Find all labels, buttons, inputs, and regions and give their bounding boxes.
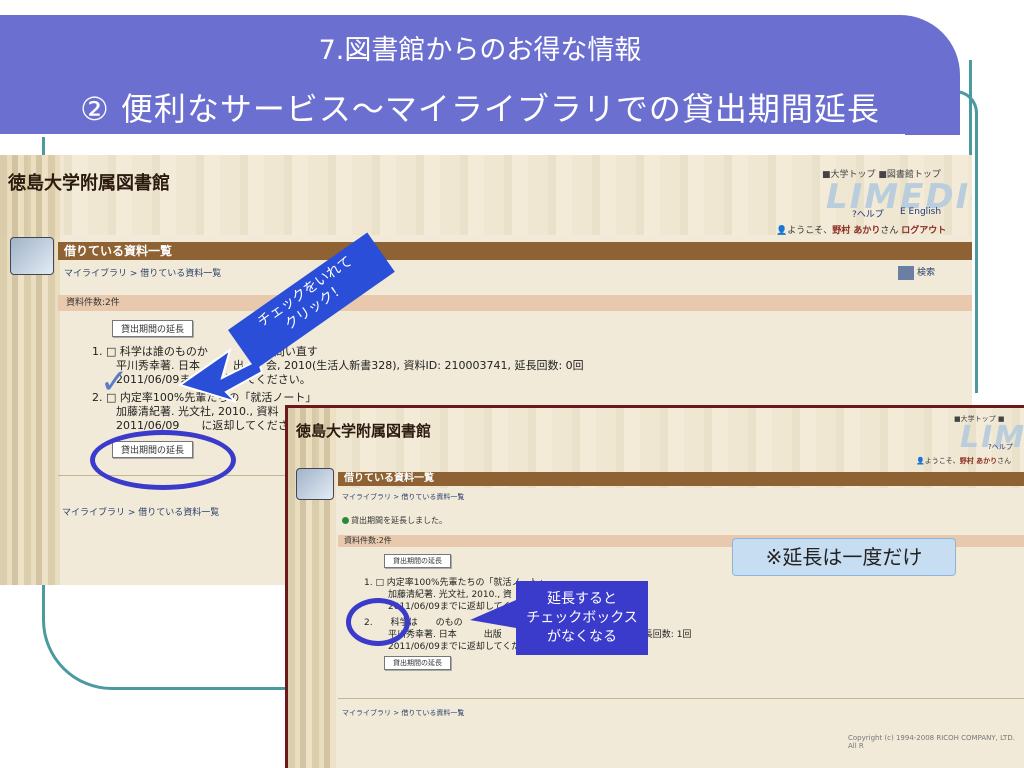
breadcrumb[interactable]: マイライブラリ > 借りている資料一覧 bbox=[64, 266, 221, 279]
welcome-label: ようこそ、 bbox=[924, 457, 960, 465]
user-icon: 👤 bbox=[776, 226, 788, 236]
breadcrumb[interactable]: マイライブラリ > 借りている資料一覧 bbox=[342, 492, 464, 502]
title-underline bbox=[0, 134, 905, 137]
highlight-ellipse-checkbox bbox=[346, 598, 410, 646]
search-label: 検索 bbox=[917, 268, 936, 278]
footer-breadcrumb[interactable]: マイライブラリ > 借りている資料一覧 bbox=[342, 708, 464, 718]
note-line3: がなくなる bbox=[547, 628, 617, 645]
highlight-ellipse-extend-button bbox=[90, 430, 236, 490]
section-title: 借りている資料一覧 bbox=[338, 472, 1024, 486]
welcome-text: 👤ようこそ、野村 あかりさん bbox=[916, 456, 1011, 466]
help-link[interactable]: ?ヘルプ bbox=[852, 207, 884, 220]
user-name: 野村 あかり bbox=[959, 457, 998, 465]
book-icon bbox=[296, 468, 334, 500]
copyright: Copyright (c) 1994-2008 RICOH COMPANY, L… bbox=[848, 734, 1015, 750]
user-icon: 👤 bbox=[916, 457, 925, 465]
slide-subtitle: ② 便利なサービス～マイライブラリでの貸出期間延長 bbox=[80, 90, 880, 128]
english-link[interactable]: E English bbox=[900, 207, 941, 217]
welcome-suffix: さん bbox=[880, 226, 899, 236]
checkmark-icon: ✓ bbox=[100, 362, 129, 402]
user-name: 野村 あかり bbox=[832, 226, 881, 236]
extend-button-top[interactable]: 貸出期間の延長 bbox=[112, 320, 194, 337]
search-icon bbox=[898, 265, 914, 280]
welcome-suffix: さん bbox=[997, 457, 1012, 465]
footer-divider bbox=[338, 698, 1024, 699]
extend-button-bottom[interactable]: 貸出期間の延長 bbox=[384, 656, 451, 670]
logout-link[interactable]: ログアウト bbox=[901, 226, 946, 236]
note-line1: 延長すると bbox=[547, 590, 617, 607]
status-message-text: 貸出期間を延長しました。 bbox=[351, 516, 447, 525]
item-count: 資料件数:2件 bbox=[58, 295, 972, 311]
bookshelf-left bbox=[288, 408, 336, 768]
list-item-due: 2011/06/09までに返却してくだ bbox=[388, 602, 521, 612]
welcome-label: ようこそ、 bbox=[787, 226, 833, 236]
section-title: 借りている資料一覧 bbox=[58, 242, 972, 260]
footer-breadcrumb[interactable]: マイライブラリ > 借りている資料一覧 bbox=[62, 505, 219, 518]
list-item-due: 2011/06/09ま 返却してください。 bbox=[116, 373, 311, 386]
slide-title: 7.図書館からのお得な情報 bbox=[318, 35, 642, 66]
once-only-note: ※延長は一度だけ bbox=[732, 538, 956, 576]
bookshelf-left bbox=[0, 155, 60, 585]
list-item-due: 2011/06/09までに返却してくだ bbox=[388, 642, 521, 652]
help-link[interactable]: ?ヘルプ bbox=[988, 442, 1013, 452]
extend-button-top[interactable]: 貸出期間の延長 bbox=[384, 554, 451, 568]
checkbox-disappears-note: 延長すると チェックボックス がなくなる bbox=[516, 581, 648, 655]
limedio-logo: LIMEDIO bbox=[826, 177, 972, 217]
library-name: 徳島大学附属図書館 bbox=[8, 173, 170, 194]
library-name: 徳島大学附属図書館 bbox=[296, 422, 432, 440]
library-screenshot-after: 徳島大学附属図書館 ■大学トップ ■ LIM ?ヘルプ 👤ようこそ、野村 あかり… bbox=[285, 405, 1024, 768]
status-message: 貸出期間を延長しました。 bbox=[342, 515, 447, 526]
note-line2: チェックボックス bbox=[526, 609, 638, 626]
welcome-text: 👤ようこそ、野村 あかりさん ログアウト bbox=[776, 223, 946, 236]
search-button[interactable]: 検索 bbox=[898, 265, 935, 280]
success-icon bbox=[342, 517, 349, 524]
book-icon bbox=[10, 237, 54, 275]
